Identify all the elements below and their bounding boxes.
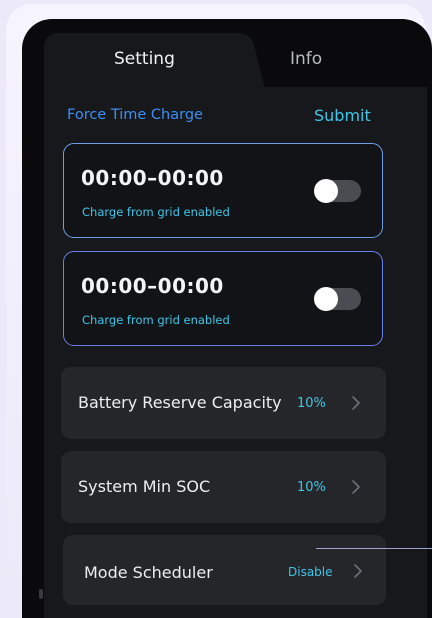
submit-button[interactable]: Submit: [314, 106, 371, 125]
row-label: Mode Scheduler: [84, 563, 213, 582]
battery-reserve-capacity-row[interactable]: Battery Reserve Capacity 10%: [61, 367, 386, 439]
chevron-right-icon: [354, 564, 362, 578]
toggle-knob: [314, 287, 338, 311]
charge-slot-2[interactable]: 00:00–00:00 Charge from grid enabled: [63, 251, 383, 346]
tab-info[interactable]: Info: [290, 49, 322, 69]
toggle-knob: [314, 179, 338, 203]
row-label: System Min SOC: [78, 477, 211, 496]
tab-setting[interactable]: Setting: [114, 49, 175, 69]
slot-subtitle: Charge from grid enabled: [82, 205, 230, 219]
slot-subtitle: Charge from grid enabled: [82, 313, 230, 327]
mode-scheduler-row[interactable]: Mode Scheduler Disable: [63, 535, 386, 605]
annotation-pointer-line: [316, 548, 432, 549]
row-label: Battery Reserve Capacity: [78, 393, 282, 412]
side-indicator: [39, 589, 43, 599]
slot-1-toggle[interactable]: [314, 179, 361, 203]
chevron-right-icon: [352, 480, 360, 494]
slot-2-toggle[interactable]: [314, 287, 361, 311]
charge-slot-1[interactable]: 00:00–00:00 Charge from grid enabled: [63, 143, 383, 238]
system-min-soc-row[interactable]: System Min SOC 10%: [61, 451, 386, 523]
row-value: Disable: [288, 565, 333, 579]
row-value: 10%: [297, 480, 326, 495]
force-time-charge-title: Force Time Charge: [67, 107, 203, 123]
slot-time-range: 00:00–00:00: [81, 274, 224, 298]
app-screen: Setting Info Force Time Charge Submit 00…: [22, 19, 432, 618]
slot-time-range: 00:00–00:00: [81, 166, 224, 190]
chevron-right-icon: [352, 396, 360, 410]
row-value: 10%: [297, 396, 326, 411]
